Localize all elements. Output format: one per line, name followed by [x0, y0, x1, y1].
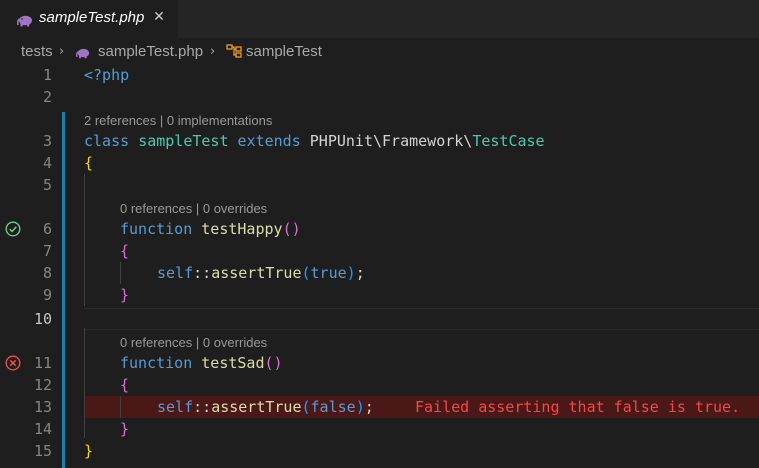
- code-line: 11 function testSad(): [0, 352, 759, 374]
- inline-error-message: Failed asserting that false is true.: [415, 398, 741, 416]
- class-declaration: class sampleTest extends PHPUnit\Framewo…: [84, 132, 545, 150]
- line-number: 13: [33, 398, 52, 416]
- code-line: 6 function testHappy(): [0, 218, 759, 240]
- line-number: 3: [42, 132, 52, 150]
- php-open-tag: <?php: [84, 66, 130, 84]
- code-line: 13 self::assertTrue(false); Failed asser…: [0, 396, 759, 418]
- php-elephant-icon: [16, 12, 33, 31]
- code-line: 9 }: [0, 284, 759, 306]
- breadcrumb: tests › sampleTest.php › sampleTest: [0, 38, 759, 64]
- code-line: 1 <?php: [0, 64, 759, 86]
- code-line: 14 }: [0, 418, 759, 440]
- line-number: 15: [33, 442, 52, 460]
- breadcrumb-symbol[interactable]: sampleTest: [246, 43, 322, 60]
- codelens-class[interactable]: 2 references | 0 implementations: [84, 110, 272, 132]
- code-line: 15 }: [0, 440, 759, 462]
- line-number: 5: [42, 176, 52, 194]
- line-number: 9: [42, 286, 52, 304]
- line-number: 12: [33, 376, 52, 394]
- breadcrumb-folder[interactable]: tests: [21, 43, 53, 60]
- brace: {: [120, 242, 130, 260]
- brace: }: [120, 286, 130, 304]
- brace: {: [120, 376, 130, 394]
- chevron-right-icon: ›: [210, 44, 216, 59]
- tab-title: sampleTest.php: [39, 9, 145, 26]
- line-number: 1: [42, 66, 52, 84]
- codelens-method[interactable]: 0 references | 0 overrides: [120, 198, 267, 220]
- code-line: 10: [0, 308, 759, 330]
- line-number: 8: [42, 264, 52, 282]
- line-number: 10: [33, 310, 52, 328]
- statement: self::assertTrue(false);: [157, 398, 374, 416]
- class-symbol-icon: [226, 44, 242, 62]
- line-number: 4: [42, 154, 52, 172]
- brace: {: [84, 154, 94, 172]
- method-declaration: function testHappy(): [120, 220, 301, 238]
- tab-sampletest-php[interactable]: sampleTest.php ✕: [0, 0, 178, 38]
- code-line: 5: [0, 174, 759, 196]
- method-declaration: function testSad(): [120, 354, 283, 372]
- line-number: 11: [33, 354, 52, 372]
- codelens-method[interactable]: 0 references | 0 overrides: [120, 332, 267, 354]
- code-line: 12 {: [0, 374, 759, 396]
- code-editor[interactable]: 1 <?php 2 2 references | 0 implementatio…: [0, 64, 759, 468]
- line-number: 7: [42, 242, 52, 260]
- code-line: 7 {: [0, 240, 759, 262]
- statement: self::assertTrue(true);: [157, 264, 365, 282]
- brace: }: [84, 442, 94, 460]
- line-number: 2: [42, 88, 52, 106]
- breadcrumb-file[interactable]: sampleTest.php: [98, 43, 203, 60]
- code-line: 2: [0, 86, 759, 108]
- code-line: 8 self::assertTrue(true);: [0, 262, 759, 284]
- line-number: 14: [33, 420, 52, 438]
- code-line: 4 {: [0, 152, 759, 174]
- chevron-right-icon: ›: [59, 44, 65, 59]
- close-icon[interactable]: ✕: [150, 8, 168, 26]
- tab-bar: sampleTest.php ✕: [0, 0, 759, 38]
- line-number: 6: [42, 220, 52, 238]
- php-elephant-icon: [75, 46, 90, 63]
- brace: }: [120, 420, 130, 438]
- code-line: 3 class sampleTest extends PHPUnit\Frame…: [0, 130, 759, 152]
